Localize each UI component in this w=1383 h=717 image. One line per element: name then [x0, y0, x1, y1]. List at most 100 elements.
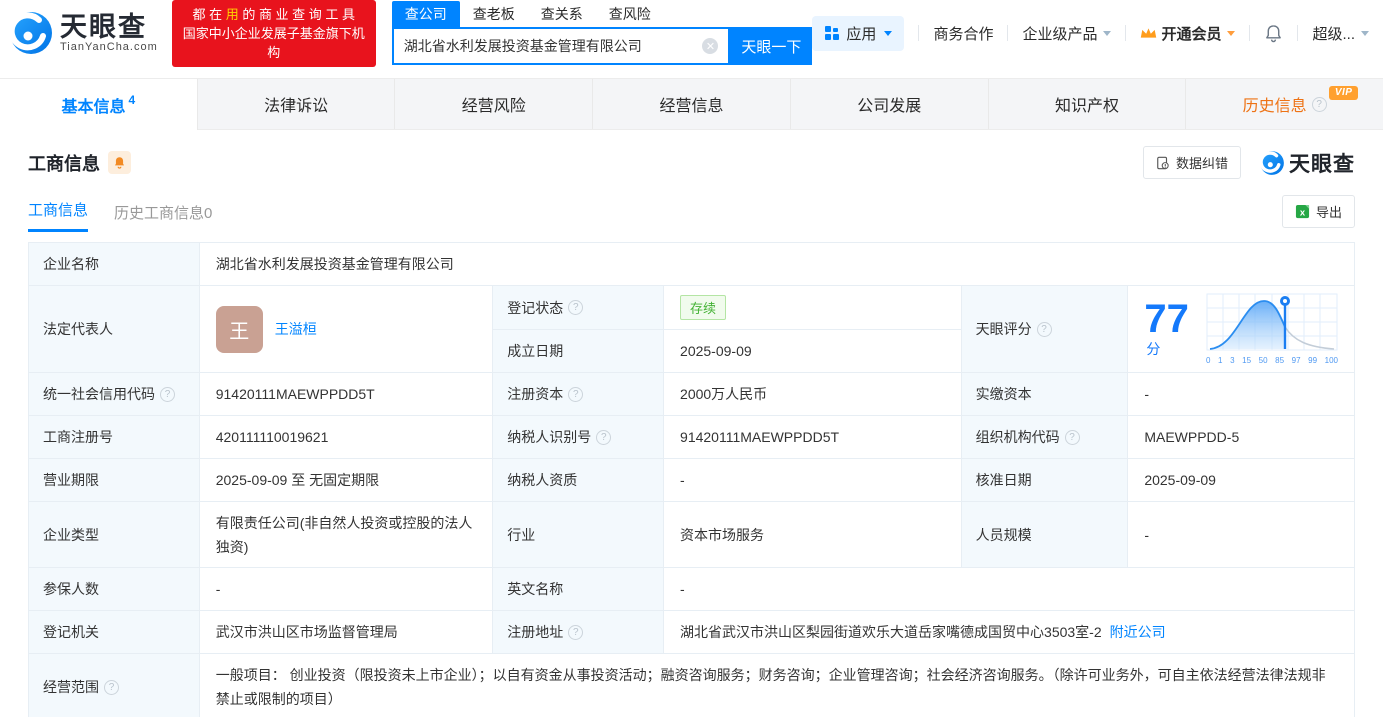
subscribe-bell-icon[interactable] — [108, 151, 131, 174]
field-value-business-scope: 一般项目： 创业投资（限投资未上市企业）；以自有资金从事投资活动；融资咨询服务；… — [200, 654, 1354, 717]
chevron-down-icon — [1227, 31, 1235, 36]
tab-business-risk[interactable]: 经营风险 — [395, 79, 593, 129]
field-label-company-name: 企业名称 — [29, 243, 200, 286]
help-icon: ? — [1312, 97, 1327, 112]
divider — [1125, 25, 1126, 41]
field-label-reg-capital: 注册资本? — [493, 373, 664, 416]
chevron-down-icon — [1361, 31, 1369, 36]
field-label-establish-date: 成立日期 — [493, 330, 664, 373]
field-value-credit-code: 91420111MAEWPPDD5T — [200, 373, 494, 416]
field-label-english-name: 英文名称 — [493, 568, 664, 611]
field-value-establish-date: 2025-09-09 — [664, 330, 962, 373]
company-section-tabs: 基本信息4 法律诉讼 经营风险 经营信息 公司发展 知识产权 历史信息? VIP — [0, 78, 1383, 130]
tab-basic-info[interactable]: 基本信息4 — [0, 79, 198, 130]
field-label-taxpayer-id: 纳税人识别号? — [493, 416, 664, 459]
divider — [918, 25, 919, 41]
tianyancha-watermark-icon — [1259, 150, 1285, 176]
search-tab-risk[interactable]: 查风险 — [596, 1, 664, 27]
search-button[interactable]: 天眼一下 — [730, 27, 812, 65]
tab-intellectual-property[interactable]: 知识产权 — [989, 79, 1187, 129]
field-label-staff-size: 人员规模 — [962, 502, 1129, 568]
tianyancha-logo[interactable]: 天眼查 TianYanCha.com — [8, 10, 158, 56]
field-value-business-term: 2025-09-09 至 无固定期限 — [200, 459, 494, 502]
field-value-reg-authority: 武汉市洪山区市场监督管理局 — [200, 611, 494, 654]
field-label-score: 天眼评分? — [962, 286, 1129, 373]
field-label-credit-code: 统一社会信用代码? — [29, 373, 200, 416]
field-value-company-type: 有限责任公司(非自然人投资或控股的法人独资) — [200, 502, 494, 568]
help-icon: ? — [568, 387, 583, 402]
vip-badge: VIP — [1329, 86, 1359, 100]
divider — [1007, 25, 1008, 41]
clear-search-icon[interactable]: ✕ — [702, 38, 718, 54]
status-badge: 存续 — [680, 295, 726, 320]
help-icon: ? — [596, 430, 611, 445]
nav-cooperation[interactable]: 商务合作 — [933, 23, 993, 44]
apps-menu[interactable]: 应用 — [812, 16, 904, 51]
field-value-score[interactable]: 77分 — [1128, 286, 1354, 373]
search-tab-relation[interactable]: 查关系 — [528, 1, 596, 27]
field-label-taxpayer-quality: 纳税人资质 — [493, 459, 664, 502]
field-label-reg-status: 登记状态? — [493, 286, 664, 330]
chevron-down-icon — [884, 31, 892, 36]
chevron-down-icon — [1103, 31, 1111, 36]
field-label-paid-capital: 实缴资本 — [962, 373, 1129, 416]
nav-more[interactable]: 超级... — [1312, 23, 1369, 44]
nav-open-vip[interactable]: 开通会员 — [1140, 23, 1235, 44]
field-label-org-code: 组织机构代码? — [962, 416, 1129, 459]
field-label-industry: 行业 — [493, 502, 664, 568]
data-correction-button[interactable]: 数据纠错 — [1143, 146, 1241, 179]
field-label-approval-date: 核准日期 — [962, 459, 1129, 502]
help-icon: ? — [568, 625, 583, 640]
field-label-business-scope: 经营范围? — [29, 654, 200, 717]
field-value-taxpayer-quality: - — [664, 459, 962, 502]
nav-enterprise[interactable]: 企业级产品 — [1022, 23, 1111, 44]
crown-icon — [1140, 26, 1157, 40]
tab-operation-info[interactable]: 经营信息 — [593, 79, 791, 129]
header-nav: 应用 商务合作 企业级产品 开通会员 超级... — [812, 16, 1369, 51]
field-value-reg-address: 湖北省武汉市洪山区梨园街道欢乐大道岳家嘴德成国贸中心3503室-2 附近公司 — [664, 611, 1354, 654]
divider — [1297, 25, 1298, 41]
field-label-reg-address: 注册地址? — [493, 611, 664, 654]
score-unit: 分 — [1146, 341, 1160, 357]
tab-company-development[interactable]: 公司发展 — [791, 79, 989, 129]
tianyancha-logo-icon — [8, 10, 54, 56]
document-edit-icon — [1156, 156, 1170, 170]
subtab-business-info[interactable]: 工商信息 — [28, 199, 88, 232]
search-tab-company[interactable]: 查公司 — [392, 1, 460, 27]
help-icon: ? — [104, 680, 119, 695]
notifications-bell-icon[interactable] — [1264, 24, 1283, 43]
field-label-insured-count: 参保人数 — [29, 568, 200, 611]
tab-history-info[interactable]: 历史信息? VIP — [1186, 79, 1383, 129]
field-value-legal-rep: 王 王溢桓 — [200, 286, 494, 373]
nearby-companies-link[interactable]: 附近公司 — [1110, 622, 1166, 642]
subtabs: 工商信息 历史工商信息0 x 导出 — [28, 195, 1355, 232]
top-header: 天眼查 TianYanCha.com 都 在 用 的 商 业 查 询 工 具 国… — [0, 0, 1383, 66]
search-area: 查公司 查老板 查关系 查风险 ✕ 天眼一下 — [392, 1, 813, 65]
field-value-taxpayer-id: 91420111MAEWPPDD5T — [664, 416, 962, 459]
subtab-history-business-info[interactable]: 历史工商信息0 — [114, 202, 212, 232]
main-content: 工商信息 数据纠错 天眼查 — [0, 130, 1383, 717]
tab-legal[interactable]: 法律诉讼 — [198, 79, 396, 129]
section-header: 工商信息 数据纠错 天眼查 — [28, 146, 1355, 179]
legal-rep-avatar[interactable]: 王 — [216, 306, 263, 353]
field-value-reg-capital: 2000万人民币 — [664, 373, 962, 416]
field-label-legal-rep: 法定代表人 — [29, 286, 200, 373]
field-value-english-name: - — [664, 568, 1354, 611]
field-label-reg-number: 工商注册号 — [29, 416, 200, 459]
section-title: 工商信息 — [28, 150, 100, 176]
export-button[interactable]: x 导出 — [1282, 195, 1355, 228]
search-input[interactable] — [394, 38, 703, 54]
field-label-reg-authority: 登记机关 — [29, 611, 200, 654]
help-icon: ? — [568, 300, 583, 315]
field-value-insured-count: - — [200, 568, 494, 611]
tab-count: 4 — [129, 93, 136, 107]
field-value-paid-capital: - — [1128, 373, 1354, 416]
logo-title: 天眼查 — [60, 13, 158, 41]
field-value-industry: 资本市场服务 — [664, 502, 962, 568]
excel-icon: x — [1295, 204, 1310, 219]
svg-text:x: x — [1300, 207, 1306, 217]
legal-rep-link[interactable]: 王溢桓 — [275, 319, 317, 339]
field-value-reg-status: 存续 — [664, 286, 962, 330]
search-tab-boss[interactable]: 查老板 — [460, 1, 528, 27]
score-number: 77 — [1144, 297, 1189, 341]
